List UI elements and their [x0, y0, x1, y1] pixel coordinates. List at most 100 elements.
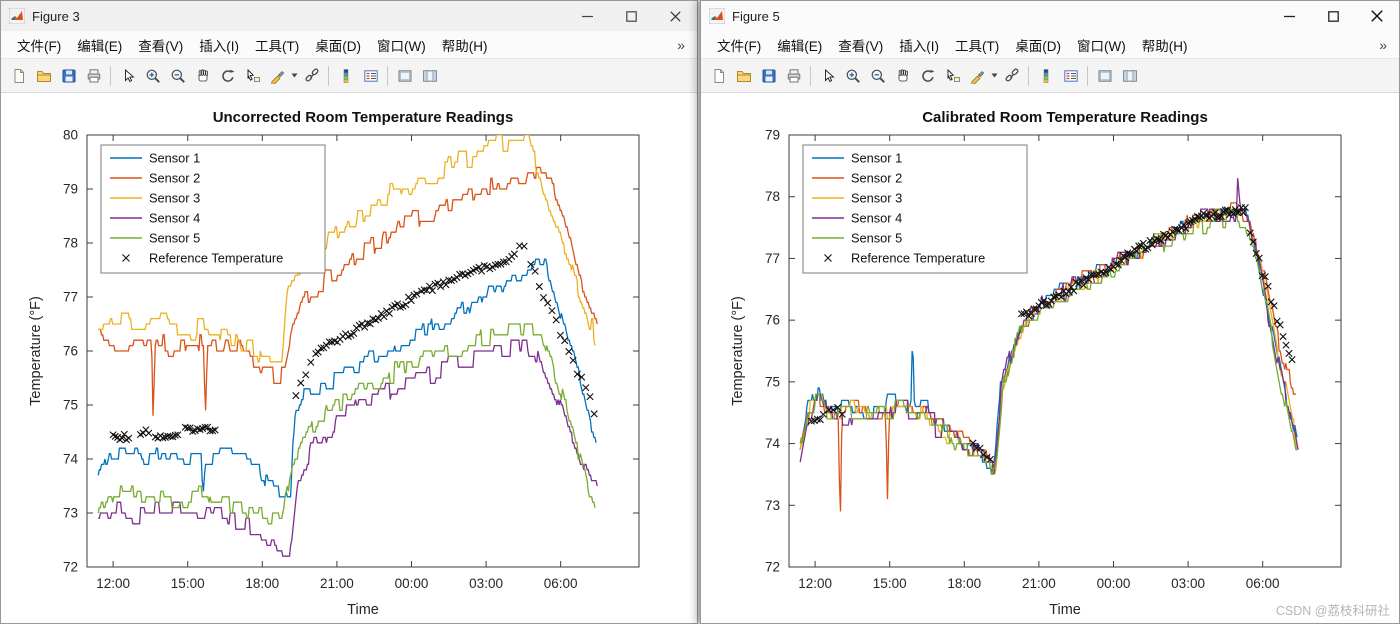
open-file-icon[interactable]	[731, 63, 756, 88]
zoom-out-icon[interactable]	[165, 63, 190, 88]
svg-text:21:00: 21:00	[1022, 576, 1056, 591]
svg-text:00:00: 00:00	[1097, 576, 1131, 591]
maximize-button[interactable]	[609, 1, 653, 31]
window-title: Figure 3	[32, 8, 80, 24]
menu-item[interactable]: 工具(T)	[947, 32, 1007, 58]
hide-plot-tools-icon[interactable]	[1092, 63, 1117, 88]
svg-text:78: 78	[63, 236, 78, 251]
zoom-out-icon[interactable]	[865, 63, 890, 88]
svg-text:76: 76	[63, 344, 78, 359]
svg-text:79: 79	[63, 182, 78, 197]
insert-legend-icon[interactable]	[358, 63, 383, 88]
calibrated-chart[interactable]: 12:00 15:00 18:00 21:00 00:00 03:00 06:00 72 73 7…	[701, 93, 1399, 623]
zoom-in-icon[interactable]	[140, 63, 165, 88]
svg-text:73: 73	[765, 498, 780, 513]
figure5-toolbar	[701, 59, 1399, 93]
svg-text:03:00: 03:00	[469, 576, 503, 591]
pan-icon[interactable]	[890, 63, 915, 88]
link-plot-icon[interactable]	[299, 63, 324, 88]
maximize-button[interactable]	[1311, 1, 1355, 31]
svg-text:Sensor 2: Sensor 2	[851, 171, 902, 186]
close-button[interactable]	[653, 1, 697, 31]
window-controls	[565, 1, 697, 31]
menu-item[interactable]: 查看(V)	[830, 32, 891, 58]
figure3-menubar: 文件(F) 编辑(E) 查看(V) 插入(I) 工具(T) 桌面(D) 窗口(W) 帮助(H)…	[1, 31, 697, 59]
menu-item[interactable]: 文件(F)	[9, 32, 69, 58]
insert-colorbar-icon[interactable]	[333, 63, 358, 88]
menu-item[interactable]: 桌面(D)	[307, 32, 369, 58]
brush-dropdown-icon[interactable]	[290, 63, 299, 88]
svg-text:72: 72	[63, 560, 78, 575]
figure3-titlebar: Figure 3	[1, 1, 697, 31]
menu-item[interactable]: 编辑(E)	[69, 32, 130, 58]
svg-text:Sensor 2: Sensor 2	[149, 171, 200, 186]
show-plot-tools-icon[interactable]	[417, 63, 442, 88]
menu-item[interactable]: 窗口(W)	[1069, 32, 1134, 58]
svg-text:15:00: 15:00	[873, 576, 907, 591]
svg-text:Time: Time	[347, 602, 379, 618]
menu-item[interactable]: 查看(V)	[130, 32, 191, 58]
menu-item[interactable]: 工具(T)	[247, 32, 307, 58]
link-plot-icon[interactable]	[999, 63, 1024, 88]
figure3-toolbar	[1, 59, 697, 93]
toolbar-separator	[110, 65, 111, 86]
svg-text:15:00: 15:00	[171, 576, 205, 591]
watermark: CSDN @荔枝科研社	[1275, 604, 1390, 618]
hide-plot-tools-icon[interactable]	[392, 63, 417, 88]
toolbar-separator	[387, 65, 388, 86]
figure5-menubar: 文件(F) 编辑(E) 查看(V) 插入(I) 工具(T) 桌面(D) 窗口(W) 帮助(H)…	[701, 31, 1399, 59]
save-figure-icon[interactable]	[56, 63, 81, 88]
minimize-button[interactable]	[1267, 1, 1311, 31]
menu-item[interactable]: 插入(I)	[191, 32, 247, 58]
data-cursor-icon[interactable]	[240, 63, 265, 88]
svg-text:12:00: 12:00	[96, 576, 130, 591]
uncorrected-chart[interactable]: 12:00 15:00 18:00 21:00 00:00 03:00 06:00 72 73 7…	[1, 93, 697, 623]
menu-item[interactable]: 文件(F)	[709, 32, 769, 58]
brush-data-icon[interactable]	[965, 63, 990, 88]
insert-legend-icon[interactable]	[1058, 63, 1083, 88]
rotate-3d-icon[interactable]	[915, 63, 940, 88]
svg-text:06:00: 06:00	[544, 576, 578, 591]
rotate-3d-icon[interactable]	[215, 63, 240, 88]
svg-text:79: 79	[765, 128, 780, 143]
data-cursor-icon[interactable]	[940, 63, 965, 88]
insert-colorbar-icon[interactable]	[1033, 63, 1058, 88]
svg-text:18:00: 18:00	[245, 576, 279, 591]
close-button[interactable]	[1355, 1, 1399, 31]
print-figure-icon[interactable]	[81, 63, 106, 88]
svg-text:77: 77	[765, 251, 780, 266]
menu-overflow-chevron[interactable]: »	[673, 37, 689, 53]
svg-text:Reference Temperature: Reference Temperature	[149, 251, 283, 266]
save-figure-icon[interactable]	[756, 63, 781, 88]
brush-dropdown-icon[interactable]	[990, 63, 999, 88]
menu-item[interactable]: 帮助(H)	[434, 32, 496, 58]
menu-item[interactable]: 桌面(D)	[1007, 32, 1069, 58]
new-figure-icon[interactable]	[706, 63, 731, 88]
show-plot-tools-icon[interactable]	[1117, 63, 1142, 88]
menu-item[interactable]: 编辑(E)	[769, 32, 830, 58]
svg-text:76: 76	[765, 313, 780, 328]
menu-item[interactable]: 帮助(H)	[1134, 32, 1196, 58]
new-figure-icon[interactable]	[6, 63, 31, 88]
svg-text:Sensor 4: Sensor 4	[149, 211, 200, 226]
brush-data-icon[interactable]	[265, 63, 290, 88]
svg-text:Sensor 5: Sensor 5	[149, 231, 200, 246]
open-file-icon[interactable]	[31, 63, 56, 88]
svg-text:Uncorrected Room Temperature R: Uncorrected Room Temperature Readings	[213, 109, 514, 126]
matlab-figure-icon	[9, 8, 25, 24]
menu-item[interactable]: 窗口(W)	[369, 32, 434, 58]
svg-text:78: 78	[765, 189, 780, 204]
edit-plot-icon[interactable]	[815, 63, 840, 88]
pan-icon[interactable]	[190, 63, 215, 88]
edit-plot-icon[interactable]	[115, 63, 140, 88]
menu-item[interactable]: 插入(I)	[891, 32, 947, 58]
svg-text:77: 77	[63, 290, 78, 305]
svg-text:00:00: 00:00	[395, 576, 429, 591]
minimize-button[interactable]	[565, 1, 609, 31]
figure5-canvas: 12:00 15:00 18:00 21:00 00:00 03:00 06:00 72 73 7…	[701, 93, 1399, 623]
figure5-window: Figure 5 文件(F) 编辑(E) 查看(V) 插入(I) 工具(T) 桌面(D) 窗…	[700, 0, 1400, 624]
zoom-in-icon[interactable]	[840, 63, 865, 88]
menu-overflow-chevron[interactable]: »	[1375, 37, 1391, 53]
svg-text:12:00: 12:00	[798, 576, 832, 591]
print-figure-icon[interactable]	[781, 63, 806, 88]
